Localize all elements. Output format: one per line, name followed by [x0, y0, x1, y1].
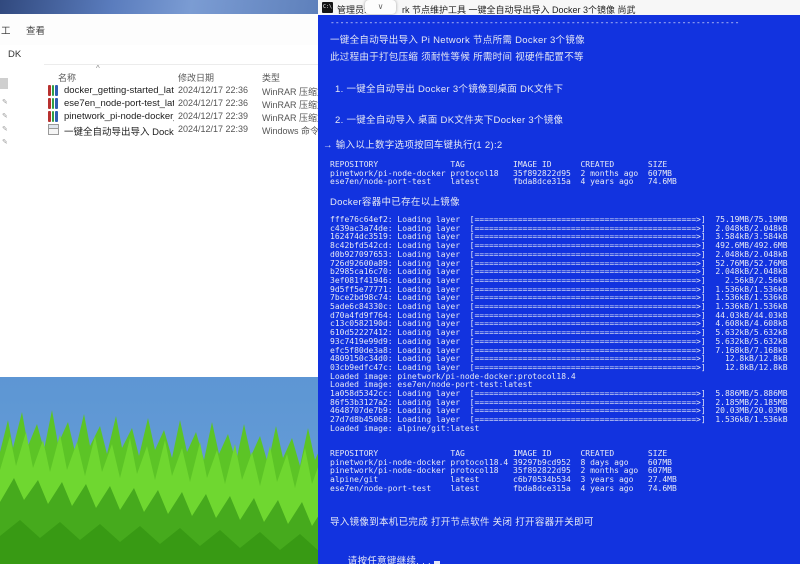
- separator-line: ----------------------------------------…: [330, 18, 739, 27]
- file-explorer-window: 工 查看 DK ✎ ✎ ✎ ✎ ^ 名称 修改日期 类型 docker_gett…: [0, 0, 318, 377]
- file-list: docker_getting-started_latest.tar 2024/12…: [44, 84, 318, 144]
- pin-icon: ✎: [2, 114, 8, 120]
- explorer-menu-bar: 工 查看: [0, 14, 318, 46]
- console-intro-line: 此过程由于打包压缩 须耐性等候 所需时间 视硬件配置不等: [330, 49, 584, 63]
- column-header-type[interactable]: 类型: [262, 71, 280, 84]
- docker-images-table-before: REPOSITORY TAG IMAGE ID CREATED SIZE pin…: [330, 161, 677, 187]
- winrar-archive-icon: [48, 111, 59, 122]
- console-input-prompt[interactable]: → 输入以上数字选项按回车键执行(1 2):2: [323, 137, 503, 151]
- console-title-suffix: rk 节点维护工具 一键全自动导出导入 Docker 3个镜像 尚武: [402, 3, 636, 15]
- console-output: ----------------------------------------…: [318, 15, 800, 564]
- file-date: 2024/12/17 22:39: [178, 124, 248, 134]
- recorder-overlay-button[interactable]: ∨: [365, 0, 396, 14]
- console-done-note: 导入镜像到本机已完成 打开节点软件 关闭 打开容器开关即可: [330, 514, 594, 528]
- docker-images-table-after: REPOSITORY TAG IMAGE ID CREATED SIZE pin…: [330, 450, 677, 494]
- winrar-archive-icon: [48, 98, 59, 109]
- file-date: 2024/12/17 22:36: [178, 85, 248, 95]
- file-row[interactable]: pinetwork_pi-node-docker_protocol18.4...…: [44, 110, 318, 123]
- column-header-name[interactable]: 名称: [58, 71, 76, 84]
- pin-icon: ✎: [2, 100, 8, 106]
- file-date: 2024/12/17 22:36: [178, 98, 248, 108]
- file-name: 一键全自动导出导入 Docker 3个镜像.cmd: [64, 124, 174, 138]
- address-text: DK: [8, 49, 21, 60]
- cmd-icon: C:\: [322, 2, 333, 13]
- winrar-archive-icon: [48, 85, 59, 96]
- file-type: Windows 命令脚本: [262, 124, 318, 137]
- pin-icon: ✎: [2, 127, 8, 133]
- menu-tab-partial[interactable]: 工: [1, 23, 10, 37]
- nav-scroll-thumb[interactable]: [0, 78, 8, 89]
- file-row[interactable]: docker_getting-started_latest.tar 2024/12…: [44, 84, 318, 97]
- file-list-headers: ^ 名称 修改日期 类型: [44, 66, 318, 84]
- file-name: pinetwork_pi-node-docker_protocol18.4...: [64, 111, 174, 122]
- column-header-date[interactable]: 修改日期: [178, 71, 214, 84]
- pin-icon: ✎: [2, 140, 8, 146]
- explorer-titlebar[interactable]: [0, 0, 318, 14]
- file-row[interactable]: ese7en_node-port-test_latest.tar 2024/12/…: [44, 97, 318, 110]
- chevron-down-icon: ∨: [378, 2, 384, 11]
- console-press-key-line: 请按任意键继续. . .: [330, 542, 440, 564]
- console-window: C:\ 管理员: Pi ∨ rk 节点维护工具 一键全自动导出导入 Docker…: [318, 0, 800, 564]
- console-titlebar[interactable]: C:\ 管理员: Pi ∨ rk 节点维护工具 一键全自动导出导入 Docker…: [318, 0, 800, 15]
- sort-asc-indicator: ^: [96, 64, 100, 73]
- file-name: docker_getting-started_latest.tar: [64, 85, 174, 96]
- file-date: 2024/12/17 22:39: [178, 111, 248, 121]
- nav-pane: ✎ ✎ ✎ ✎: [0, 64, 44, 377]
- menu-tab-view[interactable]: 查看: [26, 23, 45, 37]
- address-bar[interactable]: DK: [0, 45, 318, 65]
- console-existing-note: Docker容器中已存在以上镜像: [330, 194, 460, 208]
- console-option-1: 1. 一键全自动导出 Docker 3个镜像到桌面 DK文件下: [335, 81, 563, 95]
- file-name: ese7en_node-port-test_latest.tar: [64, 98, 174, 109]
- console-intro-line: 一键全自动导出导入 Pi Network 节点所需 Docker 3个镜像: [330, 32, 585, 46]
- console-option-2: 2. 一键全自动导入 桌面 DK文件夹下Docker 3个镜像: [335, 112, 563, 126]
- grass-wallpaper: [0, 374, 330, 564]
- press-key-text: 请按任意键继续. . .: [348, 556, 431, 564]
- cmd-script-icon: [48, 124, 59, 135]
- file-row[interactable]: 一键全自动导出导入 Docker 3个镜像.cmd 2024/12/17 22:3…: [44, 123, 318, 136]
- loading-layers-output: fffe76c64ef2: Loading layer [===========…: [330, 216, 788, 434]
